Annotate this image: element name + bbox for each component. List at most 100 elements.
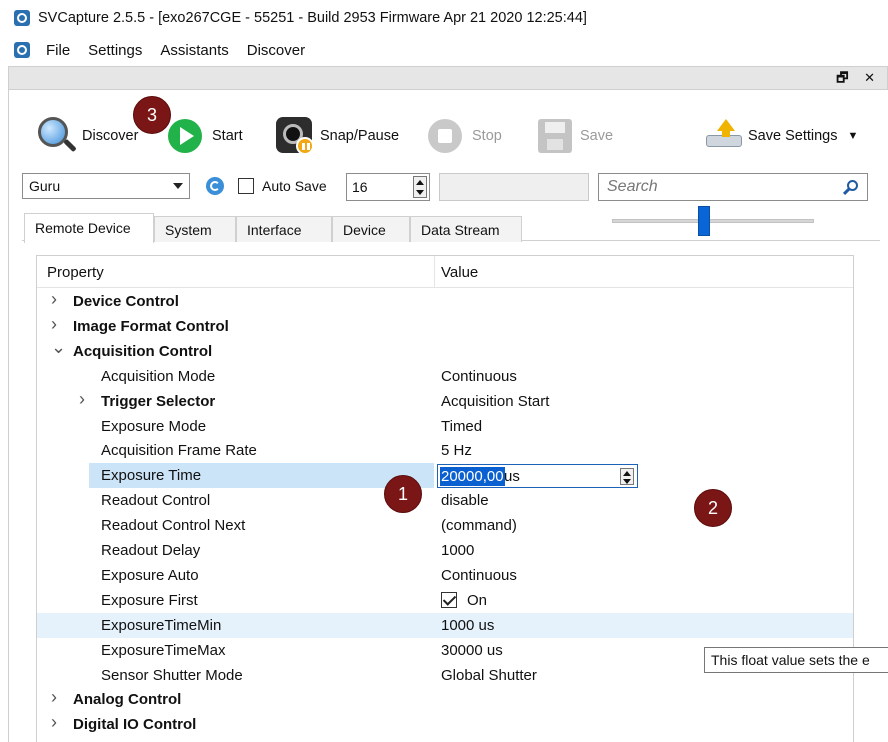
- property-value: 1000: [441, 542, 475, 559]
- menu-file[interactable]: File: [46, 42, 70, 59]
- auto-save-checkbox[interactable]: [238, 178, 254, 194]
- panel-header: 🗗 ✕: [8, 66, 888, 90]
- property-name: ExposureTimeMax: [101, 641, 226, 659]
- tree-row[interactable]: ExposureTimeMin 1000 us: [37, 612, 853, 638]
- property-value: Global Shutter: [441, 666, 537, 684]
- property-name: Acquisition Frame Rate: [101, 442, 257, 460]
- start-button[interactable]: Start: [166, 110, 243, 162]
- exposure-slider-thumb[interactable]: [697, 206, 710, 236]
- property-value: 30000 us: [441, 641, 503, 659]
- tree-row[interactable]: › Device Control: [37, 289, 853, 314]
- property-name: Readout Delay: [101, 542, 201, 559]
- device-controls-row: Guru Auto Save 16: [22, 173, 880, 201]
- property-name: Sensor Shutter Mode: [101, 666, 243, 684]
- disk-icon: [534, 115, 576, 157]
- chevron-right-icon[interactable]: ›: [79, 389, 85, 410]
- save-settings-button[interactable]: Save Settings ▼: [702, 110, 858, 162]
- snap-pause-label: Snap/Pause: [320, 128, 400, 144]
- tree-row[interactable]: Exposure First On: [37, 588, 853, 613]
- exposure-first-checkbox[interactable]: [441, 591, 457, 608]
- tab-device[interactable]: Device: [332, 216, 410, 242]
- play-icon: [166, 115, 208, 157]
- app-menu-icon[interactable]: [14, 42, 30, 58]
- chevron-down-icon[interactable]: ▼: [847, 130, 858, 142]
- property-name: Acquisition Mode: [101, 367, 216, 385]
- exposure-slider-track[interactable]: [612, 219, 814, 223]
- save-label: Save: [580, 128, 614, 144]
- property-name: ExposureTimeMin: [101, 616, 222, 634]
- search-box[interactable]: [598, 173, 868, 201]
- chevron-down-icon: [173, 183, 183, 189]
- menu-bar: File Settings Assistants Discover: [0, 36, 888, 64]
- menu-discover[interactable]: Discover: [247, 42, 305, 59]
- tree-row[interactable]: Exposure Mode Timed: [37, 414, 853, 439]
- callout-badge-1: 1: [384, 475, 422, 513]
- tree-row[interactable]: › Image Format Control: [37, 314, 853, 339]
- tree-row[interactable]: › Trigger Selector Acquisition Start: [37, 389, 853, 414]
- stop-icon: [426, 115, 468, 157]
- snap-pause-button[interactable]: Snap/Pause: [274, 110, 399, 162]
- save-button[interactable]: Save: [534, 110, 613, 162]
- panel-window-controls[interactable]: 🗗 ✕: [836, 69, 881, 91]
- stop-button[interactable]: Stop: [426, 110, 502, 162]
- start-label: Start: [212, 128, 243, 144]
- property-value: Continuous: [441, 566, 517, 584]
- discover-label: Discover: [82, 128, 139, 144]
- column-header-property[interactable]: Property: [47, 264, 104, 281]
- property-value: Acquisition Start: [441, 392, 550, 410]
- stepper-arrows-icon[interactable]: [413, 176, 427, 198]
- menu-assistants[interactable]: Assistants: [160, 42, 228, 59]
- camera-select[interactable]: Guru: [22, 173, 190, 199]
- window-title: SVCapture 2.5.5 - [exo267CGE - 55251 - B…: [38, 10, 587, 26]
- chevron-right-icon[interactable]: ›: [51, 687, 57, 708]
- tree-row[interactable]: Exposure Time 20000,00 us: [37, 463, 853, 489]
- column-header-value[interactable]: Value: [441, 264, 478, 281]
- menu-settings[interactable]: Settings: [88, 42, 142, 59]
- tree-row[interactable]: Readout Control Next (command): [37, 513, 853, 538]
- camera-select-value: Guru: [29, 178, 61, 194]
- property-name: Readout Control Next: [101, 517, 246, 535]
- tab-data-stream[interactable]: Data Stream: [410, 216, 522, 242]
- tab-system[interactable]: System: [154, 216, 236, 242]
- magnifier-icon: [36, 115, 78, 157]
- property-name: Exposure First: [101, 591, 198, 609]
- search-icon[interactable]: [842, 180, 859, 196]
- tree-row[interactable]: ⌄ Acquisition Control: [37, 337, 853, 364]
- tree-header: Property Value: [37, 256, 853, 288]
- search-input[interactable]: [607, 175, 827, 199]
- tree-row[interactable]: Exposure Auto Continuous: [37, 563, 853, 588]
- discover-button[interactable]: Discover: [36, 110, 138, 162]
- refresh-icon[interactable]: [206, 177, 224, 195]
- property-name: Device Control: [73, 293, 179, 310]
- property-value: 5 Hz: [441, 442, 472, 460]
- count-stepper[interactable]: 16: [346, 173, 430, 201]
- property-value: Continuous: [441, 367, 517, 385]
- tree-row[interactable]: Acquisition Frame Rate 5 Hz: [37, 438, 853, 463]
- property-name: Trigger Selector: [101, 392, 216, 410]
- callout-badge-3: 3: [133, 96, 171, 134]
- exposure-time-input[interactable]: 20000,00 us: [437, 464, 638, 489]
- count-stepper-value: 16: [352, 179, 368, 195]
- property-value: 1000 us: [441, 616, 495, 634]
- column-divider[interactable]: [434, 256, 435, 288]
- tree-row[interactable]: Readout Delay 1000: [37, 538, 853, 563]
- camera-pause-icon: [274, 115, 316, 157]
- property-name: Readout Control: [101, 492, 211, 510]
- property-value: Timed: [441, 417, 483, 435]
- tab-interface[interactable]: Interface: [236, 216, 332, 242]
- tree-row[interactable]: Acquisition Mode Continuous: [37, 364, 853, 389]
- status-field: [439, 173, 589, 201]
- property-name: Exposure Mode: [101, 417, 207, 435]
- tree-row[interactable]: › Analog Control: [37, 687, 853, 712]
- chevron-right-icon[interactable]: ›: [51, 289, 57, 310]
- property-value: (command): [441, 517, 517, 535]
- chevron-down-icon[interactable]: ⌄: [51, 337, 66, 358]
- tab-remote-device[interactable]: Remote Device: [24, 213, 154, 243]
- chevron-right-icon[interactable]: ›: [51, 314, 57, 335]
- exposure-time-selected-text: 20000,00: [440, 467, 505, 487]
- stepper-arrows-icon[interactable]: [620, 468, 634, 486]
- save-settings-label: Save Settings: [748, 128, 838, 144]
- chevron-right-icon[interactable]: ›: [51, 712, 57, 733]
- app-logo-icon: [14, 10, 30, 26]
- tree-row[interactable]: › Digital IO Control: [37, 712, 853, 737]
